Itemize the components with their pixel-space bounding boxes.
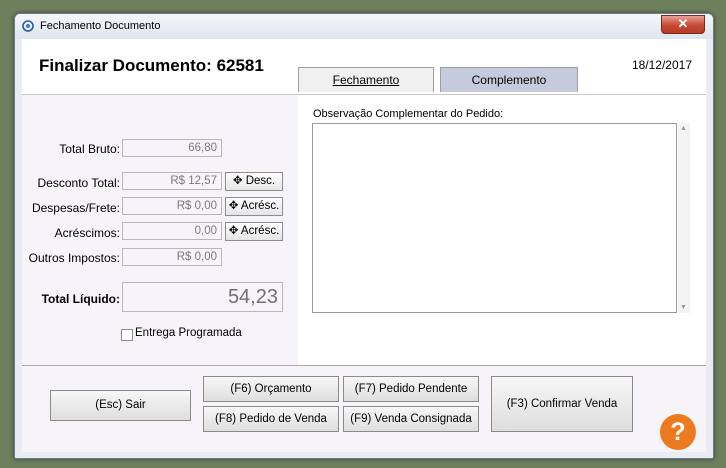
tab-fechamento[interactable]: Fechamento [298,67,434,92]
footer: (Esc) Sair (F6) Orçamento (F7) Pedido Pe… [22,365,706,452]
page-title: Finalizar Documento: 62581 [39,56,264,75]
tab-fechamento-label: Fechamento [332,73,400,87]
window: Fechamento Documento ✕ Finalizar Documen… [14,13,714,459]
entrega-checkbox[interactable] [121,329,133,341]
tab-complemento[interactable]: Complemento [440,67,578,92]
orcamento-button[interactable]: (F6) Orçamento [203,376,339,402]
plus-icon: ✥ [232,175,246,187]
total-liquido-field: 54,23 [122,282,283,312]
desconto-button-label: Desc. [245,175,276,187]
header: Finalizar Documento: 62581 18/12/2017 Fe… [22,39,706,94]
document-date: 18/12/2017 [631,58,692,72]
desconto-label: Desconto Total: [37,176,121,190]
close-button[interactable]: ✕ [661,15,705,34]
acrescimos-label: Acréscimos: [54,226,120,240]
plus-icon: ✥ [228,225,241,237]
totals-panel: Total Bruto: 66,80 Desconto Total: R$ 12… [22,94,298,365]
confirmar-venda-button[interactable]: (F3) Confirmar Venda [491,376,633,432]
pedido-venda-button[interactable]: (F8) Pedido de Venda [203,406,339,432]
observacao-label: Observação Complementar do Pedido: [313,108,504,120]
scroll-up-icon[interactable]: ▲ [680,125,687,132]
outros-label: Outros Impostos: [28,251,120,265]
despesas-button[interactable]: ✥ Acrésc. [225,197,283,216]
observacao-textarea[interactable] [312,123,677,313]
despesas-field: R$ 0,00 [122,197,222,215]
entrega-label[interactable]: Entrega Programada [135,327,242,339]
desconto-field: R$ 12,57 [122,172,222,190]
acrescimos-button[interactable]: ✥ Acrésc. [225,222,283,241]
total-liquido-label: Total Líquido: [41,292,120,306]
observacao-panel: Observação Complementar do Pedido: ▲ ▼ [298,94,706,365]
client-area: Finalizar Documento: 62581 18/12/2017 Fe… [22,39,706,452]
outros-field: R$ 0,00 [122,248,222,266]
window-title: Fechamento Documento [40,20,161,32]
total-bruto-label: Total Bruto: [59,142,120,156]
plus-icon: ✥ [228,200,241,212]
total-bruto-field: 66,80 [122,139,222,157]
acrescimos-button-label: Acrésc. [240,225,280,237]
despesas-label: Despesas/Frete: [31,201,120,215]
venda-consignada-button[interactable]: (F9) Venda Consignada [343,406,479,432]
tab-complemento-label: Complemento [471,73,547,87]
observacao-scrollbar[interactable]: ▲ ▼ [678,123,690,313]
scroll-down-icon[interactable]: ▼ [680,304,687,311]
acrescimos-field: 0,00 [122,222,222,240]
app-icon [22,20,34,32]
pedido-pendente-button[interactable]: (F7) Pedido Pendente [343,376,479,402]
desconto-button[interactable]: ✥ Desc. [225,172,283,191]
help-icon[interactable]: ? [660,414,696,450]
despesas-button-label: Acrésc. [240,200,280,212]
close-icon: ✕ [677,16,689,31]
title-bar: Fechamento Documento ✕ [15,14,713,39]
sair-button[interactable]: (Esc) Sair [50,390,191,421]
